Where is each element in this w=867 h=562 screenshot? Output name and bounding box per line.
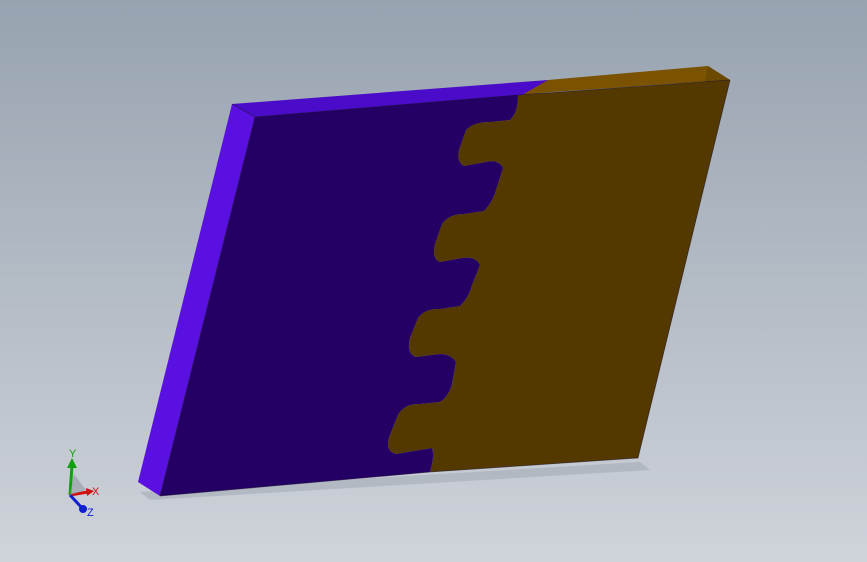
view-orientation-triad[interactable]: Y X Z [50,440,110,520]
triad-z-label: Z [87,507,94,519]
3d-model-view[interactable] [0,0,867,562]
graphics-viewport[interactable]: Y X Z [0,0,867,562]
triad-x-label: X [92,486,100,498]
z-axis-tip-icon [79,505,87,513]
z-axis-line [68,493,84,510]
triad-y-label: Y [69,448,77,460]
